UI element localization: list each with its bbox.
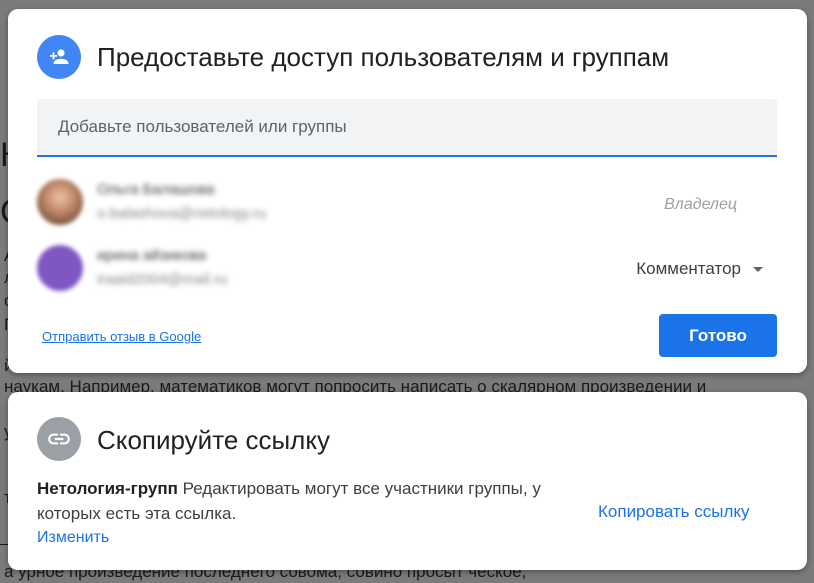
- done-button[interactable]: Готово: [659, 314, 777, 357]
- link-dialog-title: Скопируйте ссылку: [97, 425, 331, 455]
- add-people-input[interactable]: [37, 99, 777, 155]
- person-row-commenter: ирина айзикова iraaid2004@mail.ru Коммен…: [37, 245, 777, 299]
- person-row-owner: Ольга Балашова o.balashova@netology.ru В…: [37, 179, 777, 233]
- change-access-link[interactable]: Изменить: [37, 529, 109, 547]
- chevron-down-icon: [753, 266, 763, 272]
- copy-link-button[interactable]: Копировать ссылку: [598, 502, 750, 522]
- group-name: Нетология-групп: [37, 479, 178, 498]
- send-feedback-link[interactable]: Отправить отзыв в Google: [42, 329, 201, 344]
- person-name: ирина айзикова: [97, 247, 207, 264]
- person-email: o.balashova@netology.ru: [97, 205, 267, 222]
- add-people-field[interactable]: [37, 99, 777, 157]
- bg-divider: [0, 544, 8, 545]
- link-access-description: Нетология-групп Редактировать могут все …: [37, 476, 597, 526]
- person-email: iraaid2004@mail.ru: [97, 271, 228, 288]
- role-dropdown-value: Комментатор: [636, 259, 741, 278]
- person-add-icon: [37, 35, 81, 79]
- link-dialog: Скопируйте ссылку Нетология-групп Редакт…: [8, 392, 807, 570]
- person-name: Ольга Балашова: [97, 181, 215, 198]
- share-dialog-title: Предоставьте доступ пользователям и груп…: [97, 42, 670, 72]
- avatar: [37, 245, 83, 291]
- share-dialog: Предоставьте доступ пользователям и груп…: [8, 9, 807, 373]
- role-dropdown[interactable]: Комментатор: [636, 259, 763, 279]
- avatar: [37, 179, 83, 225]
- link-icon: [37, 417, 81, 461]
- role-label: Владелец: [664, 196, 737, 213]
